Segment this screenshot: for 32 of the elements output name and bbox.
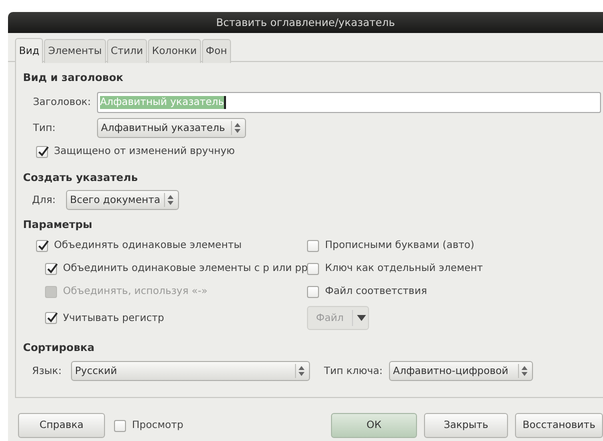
checkbox-label: Прописными буквами (авто) [325, 240, 474, 251]
checkbox-label: Просмотр [132, 420, 184, 431]
section-heading: Вид и заголовок [23, 72, 124, 86]
tab[interactable]: Колонки [148, 39, 201, 63]
field-label: Тип ключа: [324, 366, 384, 376]
field-label: Тип: [33, 122, 57, 134]
field-label: Язык: [32, 366, 63, 376]
dialog-button[interactable]: Закрыть [424, 413, 508, 438]
field-label: Для: [32, 194, 57, 206]
checkbox-label: Объединить одинаковые элементы с р или рр [63, 263, 308, 274]
checkbox-label: Ключ как отдельный элемент [325, 263, 483, 274]
checkbox-label: Объединять одинаковые элементы [54, 240, 242, 251]
type-dropdown[interactable]: Алфавитный указатель [97, 118, 246, 138]
field-label: Заголовок: [33, 97, 91, 108]
language-dropdown[interactable]: Русский [71, 361, 310, 381]
checkbox-label: Защищено от изменений вручную [54, 146, 235, 157]
section-heading: Сортировка [23, 342, 96, 356]
dialog-button[interactable]: ОК [331, 413, 417, 438]
tab[interactable]: Элементы [44, 39, 106, 63]
dialog-button[interactable]: Восстановить [515, 413, 603, 438]
tab[interactable]: Фон [202, 39, 232, 63]
checkbox-label: Учитывать регистр [63, 312, 164, 324]
section-heading: Создать указатель [23, 172, 139, 186]
tab[interactable]: Вид [15, 38, 44, 63]
checkbox-label: Файл соответствия [325, 286, 427, 297]
scope-dropdown[interactable]: Всего документа [66, 190, 179, 210]
section-heading: Параметры [23, 219, 94, 233]
key-type-dropdown[interactable]: Алфавитно-цифровой [389, 361, 533, 381]
window-title: Вставить оглавление/указатель [216, 16, 395, 28]
tab[interactable]: Стили [106, 39, 147, 63]
checkbox-label: Объединять, используя «-» [63, 286, 208, 297]
help-button[interactable]: Справка [18, 413, 105, 438]
